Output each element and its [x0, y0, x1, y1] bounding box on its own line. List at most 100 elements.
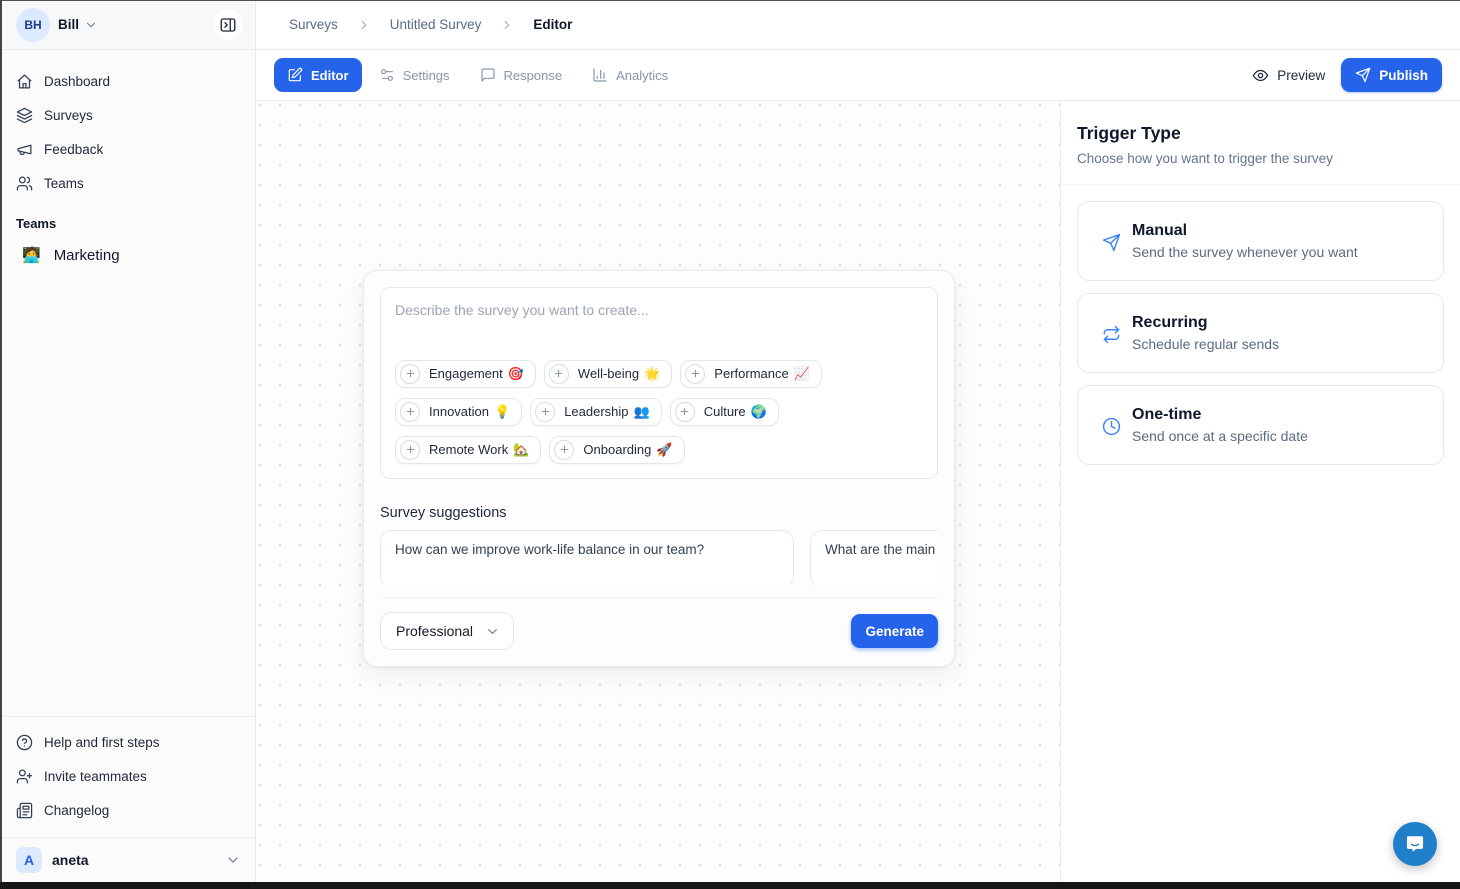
generate-button[interactable]: Generate: [851, 614, 938, 648]
topic-chip-label: Engagement: [429, 366, 503, 381]
topic-chip-well-being[interactable]: Well-being 🌟: [544, 360, 672, 388]
window-frame-bottom: [0, 882, 1460, 889]
plus-icon: [549, 364, 569, 384]
suggestions-title: Survey suggestions: [380, 505, 938, 521]
trigger-option-one-time[interactable]: One-time Send once at a specific date: [1077, 385, 1444, 465]
plus-icon: [675, 402, 695, 422]
topic-chip-emoji: 🌟: [644, 366, 660, 382]
sidebar-item-surveys[interactable]: Surveys: [8, 98, 247, 132]
topic-chip-label: Culture: [704, 404, 746, 419]
sidebar-item-dashboard[interactable]: Dashboard: [8, 64, 247, 98]
help-circle-icon: [16, 734, 33, 751]
trigger-option-title: Manual: [1132, 222, 1358, 240]
breadcrumb-label[interactable]: Surveys: [289, 17, 338, 32]
survey-composer-card: Describe the survey you want to create..…: [363, 270, 955, 667]
chat-bubble-icon: [1404, 833, 1426, 855]
topic-chip-performance[interactable]: Performance 📈: [680, 360, 822, 388]
message-square-icon: [480, 67, 496, 83]
team-label: Marketing: [54, 247, 120, 264]
preview-button[interactable]: Preview: [1252, 67, 1325, 84]
topic-chip-engagement[interactable]: Engagement 🎯: [395, 360, 536, 388]
suggestion-text: What are the main obstacles in our workf…: [825, 542, 938, 557]
breadcrumb-label[interactable]: Untitled Survey: [390, 17, 482, 32]
breadcrumb: Surveys Untitled Survey Editor: [256, 0, 1460, 50]
window-frame-left: [0, 0, 2, 889]
account-avatar: A: [16, 847, 42, 873]
account-menu[interactable]: A aneta: [0, 837, 255, 882]
sidebar-collapse-button[interactable]: [213, 10, 243, 40]
topic-chip-culture[interactable]: Culture 🌍: [670, 398, 779, 426]
workspace-name: Bill: [58, 17, 79, 32]
editor-canvas[interactable]: Describe the survey you want to create..…: [256, 101, 1060, 882]
suggestion-text: How can we improve work-life balance in …: [395, 542, 779, 557]
panel-toggle-icon: [219, 16, 237, 34]
app-root: BH Bill Dashboard Surveys: [0, 0, 1460, 882]
survey-prompt-input[interactable]: Describe the survey you want to create..…: [380, 287, 938, 479]
chevron-down-icon: [485, 624, 500, 639]
chat-launcher-button[interactable]: [1393, 822, 1437, 866]
account-name: aneta: [52, 852, 89, 868]
chevron-down-icon: [225, 852, 241, 868]
plus-icon: [400, 440, 420, 460]
tone-select-value: Professional: [396, 623, 473, 639]
suggestion-card-what-are-the[interactable]: What are the main obstacles in our workf…: [810, 530, 938, 585]
publish-button[interactable]: Publish: [1341, 58, 1442, 92]
topic-chip-leadership[interactable]: Leadership 👥: [530, 398, 662, 426]
sidebar-item-label: Surveys: [44, 108, 93, 123]
window-frame-top: [0, 0, 1460, 1]
sidebar-teams-list: 🧑‍💻 Marketing: [0, 235, 255, 275]
breadcrumb-item-untitled-survey: Untitled Survey: [390, 17, 534, 32]
sliders-icon: [379, 67, 395, 83]
topic-chip-label: Innovation: [429, 404, 489, 419]
breadcrumb-item-surveys: Surveys: [289, 17, 390, 32]
sidebar-item-feedback[interactable]: Feedback: [8, 132, 247, 166]
breadcrumb-label[interactable]: Editor: [533, 17, 572, 32]
trigger-option-manual[interactable]: Manual Send the survey whenever you want: [1077, 201, 1444, 281]
clock-icon: [1102, 417, 1121, 436]
topic-chip-label: Performance: [714, 366, 788, 381]
team-emoji: 🧑‍💻: [22, 246, 41, 264]
trigger-type-panel: Trigger Type Choose how you want to trig…: [1060, 101, 1460, 882]
workspace-switcher[interactable]: BH Bill: [0, 0, 255, 50]
sidebar-footer-item-changelog[interactable]: Changelog: [8, 793, 247, 827]
topic-chip-remote-work[interactable]: Remote Work 🏡: [395, 436, 541, 464]
topic-chip-innovation[interactable]: Innovation 💡: [395, 398, 522, 426]
sidebar-team-item-marketing[interactable]: 🧑‍💻 Marketing: [8, 237, 247, 273]
toolbar-tab-response[interactable]: Response: [467, 58, 576, 92]
pen-square-icon: [287, 67, 303, 83]
send-icon: [1102, 233, 1121, 252]
plus-icon: [554, 440, 574, 460]
newspaper-icon: [16, 802, 33, 819]
suggestion-card-how-can-we[interactable]: How can we improve work-life balance in …: [380, 530, 794, 585]
send-icon: [1355, 67, 1371, 83]
toolbar-tab-label: Editor: [311, 68, 349, 83]
topic-chip-emoji: 🚀: [656, 442, 672, 458]
plus-icon: [685, 364, 705, 384]
sidebar-footer-item-help-and-first[interactable]: Help and first steps: [8, 725, 247, 759]
plus-icon: [535, 402, 555, 422]
sidebar-item-teams[interactable]: Teams: [8, 166, 247, 200]
topic-chip-label: Remote Work: [429, 442, 508, 457]
trigger-option-title: Recurring: [1132, 314, 1279, 332]
trigger-option-description: Send the survey whenever you want: [1132, 244, 1358, 260]
chevron-down-icon: [84, 18, 98, 32]
sidebar-footer-item-invite-teammates[interactable]: Invite teammates: [8, 759, 247, 793]
bar-chart-icon: [592, 67, 608, 83]
sidebar-footer-nav: Help and first steps Invite teammates Ch…: [0, 716, 255, 831]
tone-select[interactable]: Professional: [380, 612, 514, 650]
toolbar-tab-label: Settings: [403, 68, 450, 83]
trigger-option-recurring[interactable]: Recurring Schedule regular sends: [1077, 293, 1444, 373]
topic-chip-onboarding[interactable]: Onboarding 🚀: [549, 436, 684, 464]
topic-chip-emoji: 👥: [634, 404, 650, 420]
sidebar-footer-item-label: Changelog: [44, 803, 109, 818]
chevron-right-icon: [357, 18, 371, 32]
toolbar-tab-settings[interactable]: Settings: [366, 58, 463, 92]
toolbar-tab-editor[interactable]: Editor: [274, 58, 362, 92]
editor-toolbar: Editor Settings Response Analyti: [256, 50, 1460, 101]
user-plus-icon: [16, 768, 33, 785]
sidebar-item-label: Dashboard: [44, 74, 110, 89]
plus-icon: [400, 364, 420, 384]
toolbar-tab-analytics[interactable]: Analytics: [579, 58, 681, 92]
prompt-placeholder: Describe the survey you want to create..…: [395, 302, 923, 318]
composer-footer: Professional Generate: [380, 597, 938, 650]
